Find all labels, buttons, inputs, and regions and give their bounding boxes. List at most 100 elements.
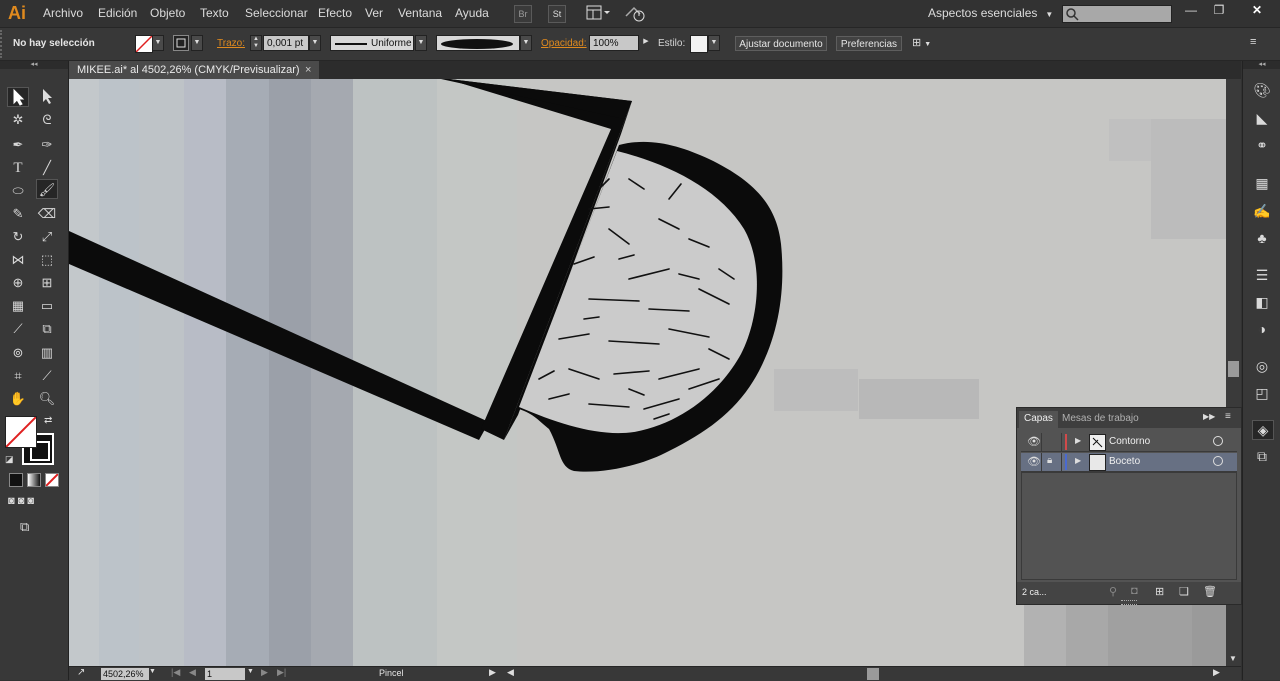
panel-menu-icon[interactable]: ≡ <box>1225 411 1231 422</box>
target-circle-icon[interactable] <box>1213 456 1223 466</box>
stroke-stepper[interactable]: ▲ ▼ <box>250 35 262 51</box>
stroke-swatch[interactable] <box>173 35 189 51</box>
new-sublayer-icon[interactable]: ⊞ <box>1155 585 1164 598</box>
recolor-icon[interactable]: ⚭ <box>1252 136 1272 154</box>
free-transform-tool-icon[interactable]: ⬚ <box>36 250 58 270</box>
lock-icon[interactable]: 🔒︎ <box>1047 455 1052 466</box>
preferences-button[interactable]: Preferencias <box>836 36 902 51</box>
graphic-styles-icon[interactable]: ◰ <box>1252 384 1272 402</box>
last-artboard-icon[interactable]: ▶| <box>277 667 286 678</box>
select-similar-icon[interactable]: ⊞ ▼ <box>912 36 942 50</box>
default-colors-icon[interactable]: ◪ <box>5 454 14 465</box>
swatches-panel-icon[interactable]: ▦ <box>1252 174 1272 192</box>
opacity-label[interactable]: Opacidad: <box>541 38 587 49</box>
hand-tool-icon[interactable]: ✋ <box>7 389 29 409</box>
symbol-sprayer-tool-icon[interactable]: ⊚ <box>7 343 29 363</box>
lasso-tool-icon[interactable]: ᘓ <box>36 110 58 130</box>
swap-colors-icon[interactable]: ⇄ <box>44 415 52 426</box>
stroke-panel-icon[interactable]: ☰ <box>1252 266 1272 284</box>
artboard-dropdown[interactable]: ▼ <box>247 668 254 675</box>
gradient-panel-icon[interactable]: ◧ <box>1252 293 1272 311</box>
new-layer-icon[interactable]: ❏ <box>1179 585 1189 598</box>
search-input[interactable] <box>1062 5 1172 23</box>
paintbrush-tool-icon[interactable]: 🖌 <box>36 179 58 199</box>
brush-definition[interactable] <box>436 35 520 51</box>
blend-tool-icon[interactable]: ⧉ <box>36 319 58 339</box>
clipping-mask-icon[interactable]: ◘ <box>1131 585 1138 597</box>
layers-panel-icon[interactable]: ◈ <box>1252 420 1274 440</box>
menu-edicion[interactable]: Edición <box>98 6 137 20</box>
menu-archivo[interactable]: Archivo <box>43 6 83 20</box>
document-tab[interactable]: MIKEE.ai* al 4502,26% (CMYK/Previsualiza… <box>69 61 319 79</box>
tab-artboards[interactable]: Mesas de trabajo <box>1057 411 1144 428</box>
mesh-tool-icon[interactable]: ▦ <box>7 296 29 316</box>
opacity-field[interactable]: 100% <box>589 35 639 51</box>
rotate-tool-icon[interactable]: ↻ <box>7 227 29 247</box>
color-guide-icon[interactable]: ◣ <box>1252 109 1272 127</box>
menu-ayuda[interactable]: Ayuda <box>455 6 489 20</box>
artboards-panel-icon[interactable]: ⧉ <box>1252 447 1272 465</box>
expand-layer-icon[interactable]: ▶ <box>1075 456 1081 465</box>
menu-efecto[interactable]: Efecto <box>318 6 352 20</box>
menu-seleccionar[interactable]: Seleccionar <box>245 6 308 20</box>
stroke-label[interactable]: Trazo: <box>217 38 245 49</box>
curvature-tool-icon[interactable]: ✑ <box>36 135 58 155</box>
fit-document-button[interactable]: Ajustar documento <box>735 36 827 51</box>
fill-swatch[interactable] <box>135 35 153 53</box>
stroke-weight-dropdown[interactable]: ▼ <box>309 35 321 51</box>
bridge-button[interactable]: Br <box>514 5 532 23</box>
close-icon[interactable]: ✕ <box>1240 3 1274 17</box>
layer-row[interactable]: 👁︎ ▶ Contorno <box>1021 433 1237 452</box>
locate-object-icon[interactable]: ⚲ <box>1109 585 1117 598</box>
workspace-switcher[interactable]: Aspectos esenciales ▼ <box>928 6 1053 20</box>
column-graph-tool-icon[interactable]: ▥ <box>36 343 58 363</box>
opacity-arrow[interactable]: ▶ <box>640 35 652 51</box>
prev-artboard-icon[interactable]: ◀ <box>189 667 196 678</box>
blob-brush-tool-icon[interactable]: ✎ <box>7 204 29 224</box>
brush-dropdown[interactable]: ▼ <box>520 35 532 51</box>
menu-ventana[interactable]: Ventana <box>398 6 442 20</box>
transparency-panel-icon[interactable]: ◑ <box>1252 320 1272 338</box>
magic-wand-tool-icon[interactable]: ✲ <box>7 110 29 130</box>
target-circle-icon[interactable] <box>1213 436 1223 446</box>
next-artboard-icon[interactable]: ▶ <box>261 667 268 678</box>
status-menu-arrow[interactable]: ▶ <box>489 667 496 678</box>
collapse-panel-icon[interactable]: ◂◂ <box>0 61 68 69</box>
perspective-grid-tool-icon[interactable]: ⊞ <box>36 273 58 293</box>
close-tab-icon[interactable]: × <box>305 61 311 79</box>
scale-tool-icon[interactable]: ⤢ <box>36 227 58 247</box>
symbols-panel-icon[interactable]: ♣ <box>1252 229 1272 247</box>
style-dropdown[interactable]: ▼ <box>708 35 720 51</box>
grip-handle[interactable] <box>0 30 6 58</box>
stock-button[interactable]: St <box>548 5 566 23</box>
resize-grip[interactable] <box>1121 600 1137 605</box>
appearance-panel-icon[interactable]: ◎ <box>1252 357 1272 375</box>
gpu-performance-icon[interactable] <box>624 4 648 22</box>
color-mode-icon[interactable] <box>9 473 23 487</box>
variable-width-profile[interactable]: Uniforme <box>330 35 414 51</box>
visibility-eye-icon[interactable]: 👁︎ <box>1027 455 1041 468</box>
arrange-documents-icon[interactable] <box>586 5 610 21</box>
share-icon[interactable]: ↗ <box>77 667 85 678</box>
layer-name[interactable]: Contorno <box>1109 436 1150 447</box>
gradient-tool-icon[interactable]: ▭ <box>36 296 58 316</box>
first-artboard-icon[interactable]: |◀ <box>171 667 180 678</box>
eraser-tool-icon[interactable]: ⌫ <box>36 204 58 224</box>
width-tool-icon[interactable]: ⋈ <box>7 250 29 270</box>
minimize-icon[interactable]: — <box>1180 3 1202 17</box>
fill-dropdown[interactable]: ▼ <box>152 35 164 51</box>
eyedropper-tool-icon[interactable]: ⟋ <box>7 319 29 339</box>
screen-mode-icon[interactable]: ⧉ <box>20 519 44 535</box>
drawing-modes-icon[interactable]: ◙ ◙ ◙ <box>8 495 58 511</box>
restore-icon[interactable]: ❐ <box>1208 3 1230 17</box>
zoom-dropdown[interactable]: ▼ <box>149 668 156 675</box>
line-segment-tool-icon[interactable]: ╱ <box>36 158 58 178</box>
layer-row[interactable]: 👁︎ 🔒︎ ▶ Boceto <box>1021 453 1237 472</box>
layer-name[interactable]: Boceto <box>1109 456 1140 467</box>
menu-objeto[interactable]: Objeto <box>150 6 185 20</box>
gradient-mode-icon[interactable] <box>27 473 41 487</box>
horizontal-scroll-thumb[interactable] <box>867 668 879 680</box>
visibility-eye-icon[interactable]: 👁︎ <box>1027 435 1041 448</box>
profile-dropdown[interactable]: ▼ <box>415 35 427 51</box>
menu-texto[interactable]: Texto <box>200 6 229 20</box>
